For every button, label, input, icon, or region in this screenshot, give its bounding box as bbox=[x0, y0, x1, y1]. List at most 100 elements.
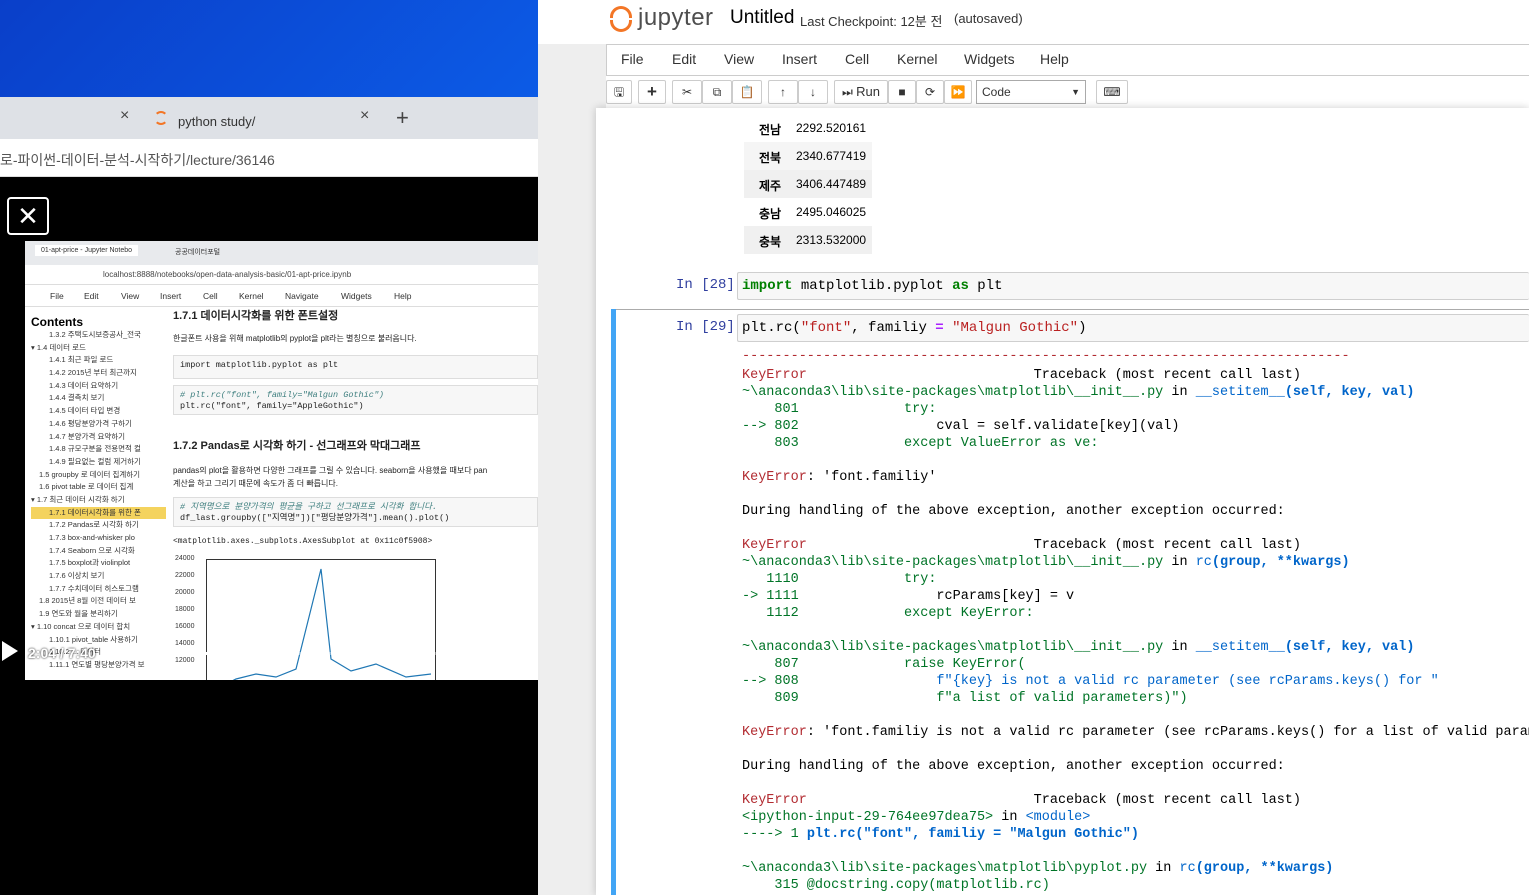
menu-kernel[interactable]: Kernel bbox=[897, 51, 937, 67]
toc-item[interactable]: 1.4.6 평당분양가격 구하기 bbox=[31, 418, 166, 431]
toc-item[interactable]: 1.7.5 boxplot과 violinplot bbox=[31, 557, 166, 570]
insert-cell-button[interactable]: + bbox=[638, 80, 666, 104]
jupyter-brand[interactable]: jupyter bbox=[638, 4, 714, 32]
video-menu-item: View bbox=[121, 291, 140, 301]
toc-item[interactable]: ▾ 1.7 최근 데이터 시각화 하기 bbox=[31, 494, 166, 507]
toc-item[interactable]: 1.7.6 이상치 보기 bbox=[31, 570, 166, 583]
video-menu-item: Cell bbox=[203, 291, 218, 301]
toc-item[interactable]: 1.5 groupby 로 데이터 집계하기 bbox=[31, 469, 166, 482]
toc-item[interactable]: 1.8 2015년 8월 이전 데이터 보 bbox=[31, 595, 166, 608]
left-browser-window: × python study/ × + 로-파이썬-데이터-분석-시작하기/le… bbox=[0, 0, 538, 895]
video-menu-item: Insert bbox=[160, 291, 182, 301]
refresh-icon: ⟳ bbox=[924, 85, 936, 99]
traceback-frame: <ipython-input-29-764ee97dea75> in <modu… bbox=[742, 810, 1091, 825]
video-code-cell: # plt.rc("font", family="Malgun Gothic")… bbox=[173, 385, 538, 415]
toc-item[interactable]: 1.7.1 데이터시각화를 위한 폰 bbox=[31, 506, 166, 520]
toc-item[interactable]: 1.9 연도와 월을 분리하기 bbox=[31, 608, 166, 621]
row-value: 2313.532000 bbox=[796, 233, 867, 247]
jupyter-window: jupyter Untitled Last Checkpoint: 12분 전 … bbox=[538, 0, 1529, 895]
toc-item[interactable]: ▾ 1.10 concat 으로 데이터 합치 bbox=[31, 621, 166, 634]
stop-icon: ■ bbox=[898, 85, 906, 99]
command-palette-button[interactable]: ⌨ bbox=[1096, 80, 1128, 104]
menu-help[interactable]: Help bbox=[1040, 51, 1069, 67]
traceback-line: 1112 except KeyError: bbox=[742, 606, 1034, 621]
toc-item[interactable]: 1.4.3 데이터 요약하기 bbox=[31, 380, 166, 393]
code-cell-input[interactable]: import matplotlib.pyplot as plt bbox=[737, 272, 1529, 300]
video-menu-item: File bbox=[50, 291, 64, 301]
code-cell-input[interactable]: plt.rc("font", familiy = "Malgun Gothic"… bbox=[737, 314, 1529, 342]
paste-button[interactable]: 📋 bbox=[732, 80, 762, 104]
video-frame: 01-apt-price - Jupyter Notebo 공공데이터포털 lo… bbox=[25, 241, 538, 680]
toc-item[interactable]: 1.4.7 분양가격 요약하기 bbox=[31, 431, 166, 444]
run-button[interactable]: ⏭ Run bbox=[834, 80, 888, 104]
toc-item[interactable]: 1.6 pivot table 로 데이터 집계 bbox=[31, 481, 166, 494]
tab-title: python study/ bbox=[178, 114, 256, 129]
move-up-button[interactable]: ↑ bbox=[768, 80, 798, 104]
browser-tab-python-study[interactable]: python study/ × bbox=[142, 97, 382, 139]
video-toc: Contents 1.3.2 주택도시보증공사_전국 ▾ 1.4 데이터 로드 1.… bbox=[31, 315, 166, 672]
toc-item[interactable]: 1.4.1 최근 파일 로드 bbox=[31, 354, 166, 367]
tab2-close-icon[interactable]: × bbox=[360, 107, 369, 125]
jupyter-logo-icon[interactable] bbox=[610, 6, 632, 32]
row-value: 2495.046025 bbox=[796, 205, 867, 219]
tab1-close-icon[interactable]: × bbox=[120, 107, 129, 125]
menu-widgets[interactable]: Widgets bbox=[964, 51, 1015, 67]
traceback-frame: ~\anaconda3\lib\site-packages\matplotlib… bbox=[742, 861, 1334, 876]
toc-item[interactable]: 1.4.9 필요없는 컬럼 제거하기 bbox=[31, 456, 166, 469]
traceback-header: KeyError Traceback (most recent call las… bbox=[742, 793, 1301, 808]
video-heading: 1.7.1 데이터시각화를 위한 폰트설정 bbox=[173, 310, 339, 322]
move-down-button[interactable]: ↓ bbox=[798, 80, 828, 104]
toc-item[interactable]: ▾ 1.4 데이터 로드 bbox=[31, 342, 166, 355]
play-icon[interactable] bbox=[2, 641, 18, 661]
copy-button[interactable]: ⧉ bbox=[702, 80, 732, 104]
menu-insert[interactable]: Insert bbox=[782, 51, 817, 67]
new-tab-icon[interactable]: + bbox=[396, 105, 409, 131]
toc-item[interactable]: 1.7.7 수치데이터 히스토그램 bbox=[31, 583, 166, 596]
video-code-cell: # 지역명으로 분양가격의 평균을 구하고 선그래프로 시각화 합니다. df_… bbox=[173, 497, 538, 527]
traceback-line: 807 raise KeyError( bbox=[742, 657, 1026, 672]
notebook-title[interactable]: Untitled bbox=[730, 7, 794, 29]
interrupt-button[interactable]: ■ bbox=[888, 80, 916, 104]
video-player[interactable]: ✕ 01-apt-price - Jupyter Notebo 공공데이터포털 … bbox=[0, 177, 538, 680]
video-output-text: <matplotlib.axes._subplots.AxesSubplot a… bbox=[173, 537, 433, 546]
close-video-button[interactable]: ✕ bbox=[7, 197, 49, 235]
video-paragraph: 계산을 하고 그리기 때문에 속도가 좀 더 빠릅니다. bbox=[173, 479, 338, 488]
toc-item[interactable]: 1.7.4 Seaborn 으로 시각화 bbox=[31, 545, 166, 558]
table-row: 충북 2313.532000 bbox=[744, 226, 872, 254]
toc-item[interactable]: 1.7.3 box-and-whisker plo bbox=[31, 532, 166, 545]
restart-button[interactable]: ⟳ bbox=[916, 80, 944, 104]
restart-run-all-button[interactable]: ⏩ bbox=[944, 80, 972, 104]
toc-item[interactable]: 1.4.8 규모구분을 전용면적 컬 bbox=[31, 443, 166, 456]
toc-item[interactable]: 1.4.4 결측치 보기 bbox=[31, 392, 166, 405]
jupyter-header: jupyter Untitled Last Checkpoint: 12분 전 … bbox=[538, 0, 1529, 44]
arrow-up-icon: ↑ bbox=[780, 85, 786, 99]
chart-tick-label: 18000 bbox=[175, 606, 195, 613]
video-menu-item: Widgets bbox=[341, 291, 372, 301]
video-progress-bar[interactable] bbox=[134, 648, 538, 659]
address-bar[interactable]: 로-파이썬-데이터-분석-시작하기/lecture/36146 bbox=[0, 139, 538, 177]
toc-item[interactable]: 1.3.2 주택도시보증공사_전국 bbox=[31, 329, 166, 342]
row-index: 제주 bbox=[759, 179, 782, 193]
menu-cell[interactable]: Cell bbox=[845, 51, 869, 67]
save-button[interactable]: 🖫 bbox=[606, 80, 632, 104]
traceback-line-current: --> 802 cval = self.validate[key](val) bbox=[742, 419, 1180, 434]
video-progress-knob[interactable] bbox=[238, 648, 250, 659]
error-message: KeyError: 'font.familiy is not a valid r… bbox=[742, 725, 1529, 740]
toc-item[interactable]: 1.4.2 2015년 부터 최근까지 bbox=[31, 367, 166, 380]
cell-type-select[interactable]: Code ▼ bbox=[976, 80, 1086, 104]
toc-item[interactable]: 1.4.5 데이터 타입 변경 bbox=[31, 405, 166, 418]
chart-tick-label: 16000 bbox=[175, 623, 195, 630]
cut-button[interactable]: ✂ bbox=[672, 80, 702, 104]
row-value: 3406.447489 bbox=[796, 177, 867, 191]
menu-view[interactable]: View bbox=[724, 51, 754, 67]
table-row: 전북 2340.677419 bbox=[744, 142, 872, 170]
scissors-icon: ✂ bbox=[681, 85, 693, 99]
traceback-frame: ~\anaconda3\lib\site-packages\matplotlib… bbox=[742, 555, 1350, 570]
run-label: Run bbox=[856, 84, 880, 99]
dropdown-arrow-icon: ▼ bbox=[1071, 87, 1080, 97]
toc-item[interactable]: 1.7.2 Pandas로 시각화 하기 bbox=[31, 519, 166, 532]
error-message: KeyError: 'font.familiy' bbox=[742, 470, 937, 485]
menu-edit[interactable]: Edit bbox=[672, 51, 696, 67]
cell-type-value: Code bbox=[982, 85, 1011, 99]
menu-file[interactable]: File bbox=[621, 51, 644, 67]
